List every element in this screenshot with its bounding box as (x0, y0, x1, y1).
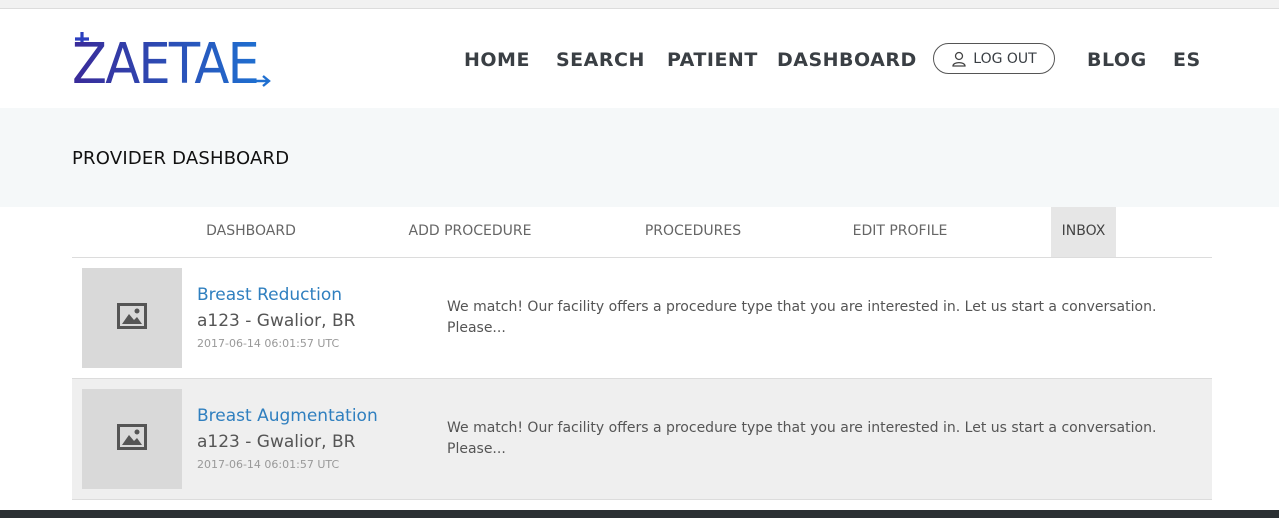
procedure-location: a123 - Gwalior, BR (197, 432, 356, 452)
nav-search[interactable]: SEARCH (556, 43, 645, 77)
page-title: PROVIDER DASHBOARD (72, 148, 290, 169)
inbox-row[interactable]: Breast Reduction a123 - Gwalior, BR 2017… (72, 258, 1212, 379)
nav-blog[interactable]: BLOG (1087, 43, 1147, 77)
message-timestamp: 2017-06-14 06:01:57 UTC (197, 337, 340, 350)
tab-inbox[interactable]: INBOX (1051, 207, 1116, 257)
title-band: PROVIDER DASHBOARD (0, 108, 1279, 207)
procedure-location: a123 - Gwalior, BR (197, 311, 356, 331)
inbox-row[interactable]: Breast Augmentation a123 - Gwalior, BR 2… (72, 379, 1212, 500)
logout-button[interactable]: LOG OUT (933, 43, 1055, 74)
tab-procedures[interactable]: PROCEDURES (638, 207, 748, 257)
tab-dashboard[interactable]: DASHBOARD (199, 207, 303, 257)
dashboard-tabs: DASHBOARD ADD PROCEDURE PROCEDURES EDIT … (72, 207, 1212, 258)
message-preview: We match! Our facility offers a procedur… (447, 420, 1157, 457)
tab-edit-profile[interactable]: EDIT PROFILE (847, 207, 953, 257)
nav-home[interactable]: HOME (464, 43, 530, 77)
zaetae-logo[interactable]: ZAETAE (72, 29, 272, 89)
language-toggle[interactable]: ES (1173, 43, 1201, 77)
image-placeholder-icon (117, 423, 147, 455)
logout-label: LOG OUT (973, 50, 1037, 67)
user-icon (951, 51, 967, 67)
site-header: ZAETAE HOME SEARCH PATIENT DASHBOARD LOG… (0, 9, 1279, 108)
nav-patient[interactable]: PATIENT (667, 43, 758, 77)
thumbnail (82, 389, 182, 489)
message-timestamp: 2017-06-14 06:01:57 UTC (197, 458, 340, 471)
procedure-name[interactable]: Breast Reduction (197, 285, 342, 305)
tab-add-procedure[interactable]: ADD PROCEDURE (402, 207, 538, 257)
svg-text:ZAETAE: ZAETAE (72, 32, 258, 89)
procedure-name[interactable]: Breast Augmentation (197, 406, 378, 426)
browser-top-strip (0, 0, 1279, 9)
nav-dashboard[interactable]: DASHBOARD (777, 43, 917, 77)
message-preview: We match! Our facility offers a procedur… (447, 299, 1157, 336)
image-placeholder-icon (117, 302, 147, 334)
footer-bar (0, 510, 1279, 518)
thumbnail (82, 268, 182, 368)
